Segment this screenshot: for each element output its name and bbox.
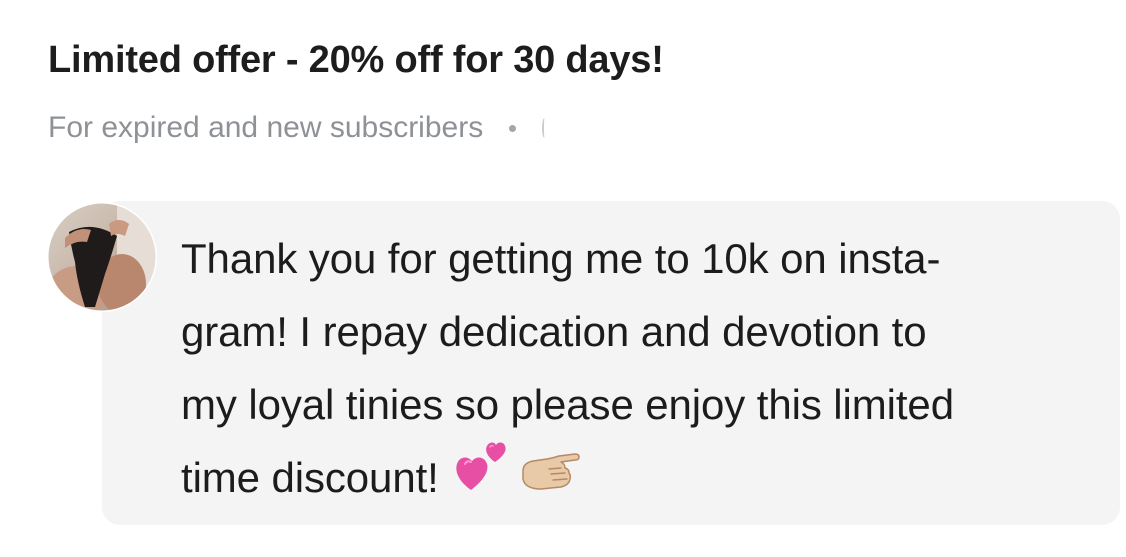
message-line: my loyal tinies so please enjoy this lim…: [181, 381, 954, 428]
message-line: Thank you for getting me to 10k on insta…: [181, 235, 941, 282]
message-line: gram! I repay dedication and devotion to: [181, 308, 927, 355]
message-line: time discount!: [181, 454, 439, 501]
avatar[interactable]: [47, 202, 157, 312]
avatar-photo-icon: [47, 202, 157, 312]
two-hearts-icon: [453, 440, 509, 514]
offer-title: Limited offer - 20% off for 30 days!: [48, 39, 664, 81]
truncated-text-fragment: [542, 118, 547, 138]
offer-subtitle: For expired and new subscribers: [48, 108, 547, 148]
message-body: Thank you for getting me to 10k on insta…: [181, 222, 1111, 518]
subscriber-audience-label: For expired and new subscribers: [48, 111, 484, 144]
message-line-last: time discount!: [181, 441, 1111, 518]
separator-dot-icon: [509, 124, 517, 132]
pointing-hand-icon: [519, 440, 581, 513]
